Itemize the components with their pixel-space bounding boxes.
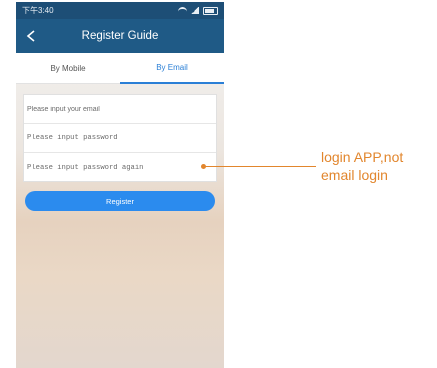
email-row	[24, 95, 216, 124]
password-again-row	[24, 153, 216, 182]
page-title: Register Guide	[81, 30, 159, 42]
password-input[interactable]	[27, 134, 216, 142]
phone-screen: 下午3:40 Register Guide By Mobile By Email…	[16, 2, 224, 368]
email-input[interactable]	[27, 105, 216, 113]
tab-by-email[interactable]: By Email	[120, 53, 224, 84]
signal-icon	[191, 7, 199, 14]
status-icons	[178, 6, 218, 15]
wifi-icon	[178, 7, 187, 14]
back-arrow-icon[interactable]	[24, 29, 38, 43]
status-time: 下午3:40	[22, 6, 54, 15]
register-form	[23, 94, 217, 182]
battery-icon	[203, 6, 218, 15]
password-row	[24, 124, 216, 153]
annotation-text: login APP,not email login	[321, 149, 404, 183]
callout-line	[204, 166, 316, 167]
tab-by-mobile[interactable]: By Mobile	[16, 53, 120, 84]
title-bar: Register Guide	[16, 19, 224, 53]
status-bar: 下午3:40	[16, 2, 224, 19]
password-again-input[interactable]	[27, 163, 216, 172]
register-button[interactable]: Register	[25, 191, 215, 211]
register-tabs: By Mobile By Email	[16, 53, 224, 84]
